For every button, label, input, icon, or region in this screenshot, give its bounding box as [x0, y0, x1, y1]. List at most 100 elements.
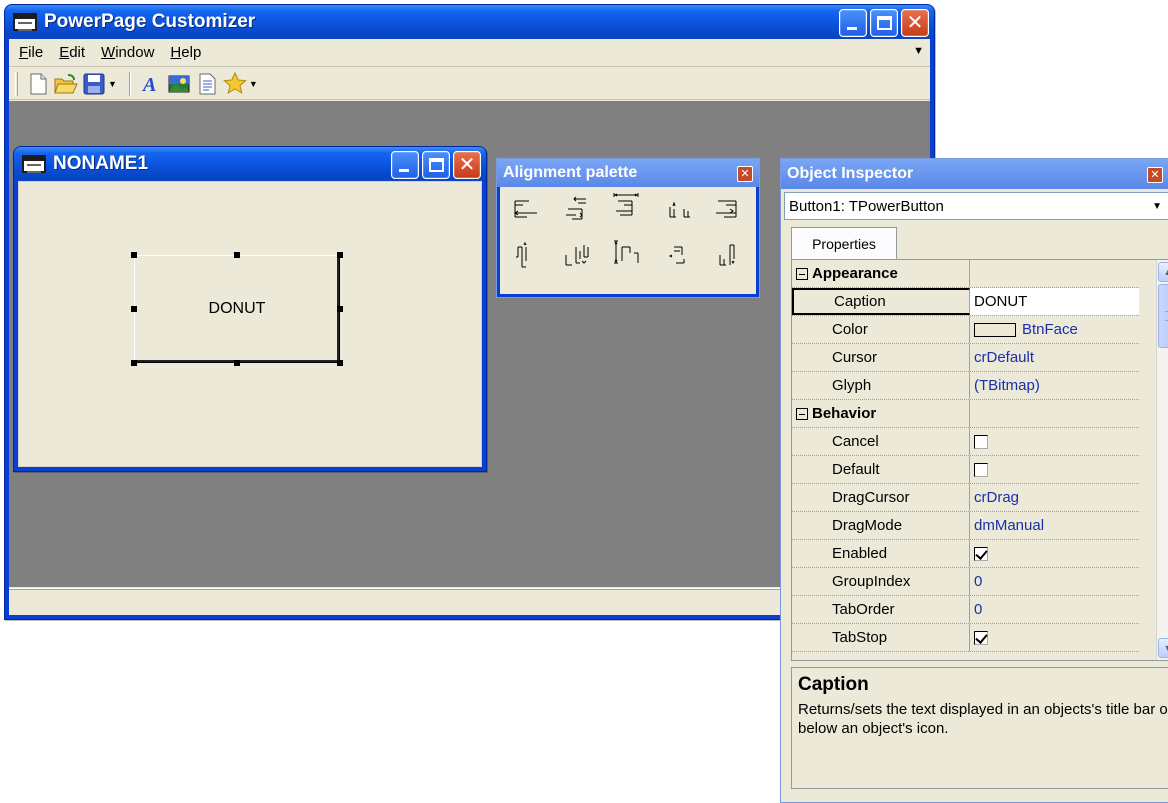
palette-close-icon[interactable]: ✕	[737, 166, 753, 182]
property-name: Cursor	[792, 344, 970, 371]
space-equally-horizontally-icon[interactable]	[666, 195, 694, 223]
resize-handle-bottom[interactable]	[234, 360, 240, 366]
property-row[interactable]: DragMode dmManual	[792, 512, 1139, 540]
object-inspector: Object Inspector ✕ Button1: TPowerButton…	[780, 158, 1168, 803]
menu-edit[interactable]: Edit	[59, 44, 85, 61]
inspector-close-icon[interactable]: ✕	[1147, 167, 1163, 183]
menu-help[interactable]: Help	[170, 44, 201, 61]
scroll-thumb[interactable]	[1158, 284, 1168, 348]
scroll-up-icon[interactable]: ▲	[1158, 262, 1168, 282]
collapse-minus-icon[interactable]	[796, 407, 808, 420]
property-value[interactable]: dmManual	[970, 512, 1139, 539]
align-vertical-centers-icon[interactable]	[562, 241, 590, 269]
property-value[interactable]	[970, 624, 1139, 651]
minimize-icon	[399, 169, 409, 172]
selected-power-button[interactable]: DONUT	[134, 255, 340, 363]
property-row[interactable]: Caption DONUT	[792, 288, 1139, 316]
form-design-surface[interactable]: DONUT	[18, 181, 482, 467]
menu-file[interactable]: File	[19, 44, 43, 61]
property-category[interactable]: Behavior	[792, 400, 1139, 428]
property-checkbox[interactable]	[974, 462, 988, 477]
property-value[interactable]	[970, 428, 1139, 455]
minimize-button[interactable]	[839, 9, 867, 37]
toolbar-grip[interactable]	[15, 71, 18, 96]
property-name: Cancel	[792, 428, 970, 455]
center-vertically-icon[interactable]	[612, 239, 640, 267]
space-equally-vertically-icon[interactable]	[664, 241, 692, 269]
resize-handle-top-left[interactable]	[131, 252, 137, 258]
property-value[interactable]: 0	[970, 568, 1139, 595]
resize-handle-right[interactable]	[337, 306, 343, 312]
property-value[interactable]: (TBitmap)	[970, 372, 1139, 399]
property-name: DragMode	[792, 512, 970, 539]
save-dropdown-arrow-icon[interactable]: ▼	[108, 79, 117, 89]
property-name: Default	[792, 456, 970, 483]
property-row[interactable]: Color BtnFace	[792, 316, 1139, 344]
open-folder-icon[interactable]	[54, 72, 78, 96]
align-horizontal-centers-icon[interactable]	[564, 195, 592, 223]
property-row[interactable]: Default	[792, 456, 1139, 484]
property-value[interactable]: DONUT	[970, 288, 1139, 315]
property-value[interactable]: crDefault	[970, 344, 1139, 371]
maximize-icon	[429, 158, 444, 172]
property-value	[970, 260, 1139, 287]
collapse-minus-icon[interactable]	[796, 267, 808, 280]
resize-handle-left[interactable]	[131, 306, 137, 312]
property-row[interactable]: Cancel	[792, 428, 1139, 456]
property-checkbox[interactable]	[974, 546, 988, 561]
property-row[interactable]: GroupIndex 0	[792, 568, 1139, 596]
property-row[interactable]: Cursor crDefault	[792, 344, 1139, 372]
star-dropdown-arrow-icon[interactable]: ▼	[249, 79, 258, 89]
property-row[interactable]: Glyph (TBitmap)	[792, 372, 1139, 400]
resize-handle-bottom-right[interactable]	[337, 360, 343, 366]
center-horizontally-icon[interactable]	[612, 191, 640, 219]
align-left-edges-icon[interactable]	[512, 195, 540, 223]
alignment-palette-titlebar[interactable]: Alignment palette ✕	[497, 159, 759, 187]
form-window-titlebar[interactable]: NONAME1 ✕	[14, 147, 486, 181]
property-value[interactable]: 0	[970, 596, 1139, 623]
property-value[interactable]: crDrag	[970, 484, 1139, 511]
property-row[interactable]: TabOrder 0	[792, 596, 1139, 624]
new-document-icon[interactable]	[26, 72, 50, 96]
align-bottom-edges-icon[interactable]	[714, 241, 742, 269]
svg-text:A: A	[141, 74, 156, 95]
main-window-titlebar[interactable]: PowerPage Customizer ✕	[5, 5, 934, 39]
resize-handle-bottom-left[interactable]	[131, 360, 137, 366]
property-grid-scrollbar[interactable]: ▲ ▼	[1156, 260, 1168, 660]
maximize-button[interactable]	[870, 9, 898, 37]
property-row[interactable]: Enabled	[792, 540, 1139, 568]
object-inspector-title: Object Inspector	[787, 165, 914, 182]
property-value[interactable]	[970, 456, 1139, 483]
align-top-edges-icon[interactable]	[512, 241, 540, 269]
property-row[interactable]: TabStop	[792, 624, 1139, 652]
font-icon[interactable]: A	[139, 72, 163, 96]
property-category[interactable]: Appearance	[792, 260, 1139, 288]
object-selector-combo[interactable]: Button1: TPowerButton ▼	[784, 192, 1168, 220]
object-selector-value: Button1: TPowerButton	[789, 197, 944, 215]
star-icon[interactable]	[223, 71, 247, 96]
property-name: Behavior	[792, 400, 970, 427]
form-minimize-button[interactable]	[391, 151, 419, 179]
save-disk-icon[interactable]	[82, 72, 106, 96]
align-right-edges-icon[interactable]	[712, 195, 740, 223]
form-maximize-button[interactable]	[422, 151, 450, 179]
property-value[interactable]: BtnFace	[970, 316, 1139, 343]
property-checkbox[interactable]	[974, 630, 988, 645]
chevron-down-icon[interactable]: ▼	[1152, 201, 1162, 212]
close-button[interactable]: ✕	[901, 9, 929, 37]
menu-window[interactable]: Window	[101, 44, 154, 61]
property-row[interactable]: DragCursor crDrag	[792, 484, 1139, 512]
property-name: Glyph	[792, 372, 970, 399]
property-value[interactable]	[970, 540, 1139, 567]
resize-handle-top[interactable]	[234, 252, 240, 258]
scroll-down-icon[interactable]: ▼	[1158, 638, 1168, 658]
resize-handle-top-right[interactable]	[337, 252, 343, 258]
maximize-icon	[877, 16, 892, 30]
property-checkbox[interactable]	[974, 434, 988, 449]
tab-properties[interactable]: Properties	[791, 227, 897, 259]
text-file-icon[interactable]	[195, 72, 219, 96]
form-close-button[interactable]: ✕	[453, 151, 481, 179]
menu-overflow-chevron-icon[interactable]: ▼	[913, 45, 924, 57]
image-icon[interactable]	[167, 72, 191, 96]
object-inspector-titlebar[interactable]: Object Inspector ✕	[781, 159, 1168, 189]
